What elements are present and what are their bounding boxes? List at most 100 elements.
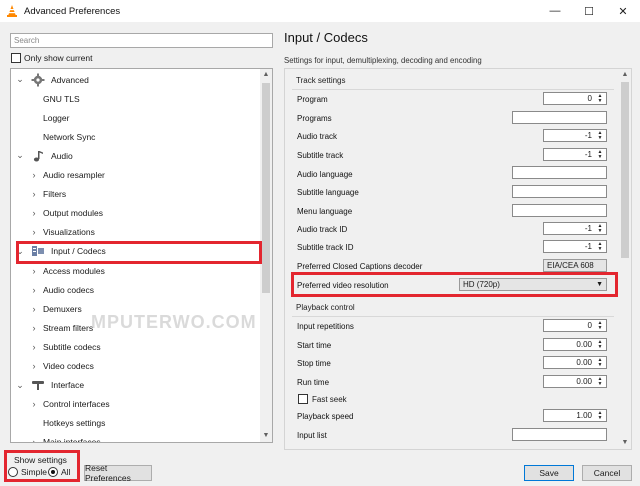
tree-item-control-interfaces[interactable]: › Control interfaces <box>11 395 261 414</box>
maximize-button[interactable]: ☐ <box>572 0 606 22</box>
chevron-right-icon[interactable]: › <box>29 170 39 180</box>
tree-item-hotkeys-settings[interactable]: Hotkeys settings <box>11 414 261 433</box>
chevron-right-icon[interactable]: › <box>29 304 39 314</box>
video-resolution-combo[interactable]: HD (720p) ▼ <box>459 278 607 291</box>
tree-item-video-codecs[interactable]: › Video codecs <box>11 357 261 376</box>
audio-track-spinbox[interactable]: -1 ▲ ▼ <box>543 129 607 142</box>
spin-arrows-icon[interactable]: ▲ ▼ <box>595 224 605 234</box>
subtitle-language-input[interactable] <box>512 185 607 198</box>
close-button[interactable]: ✕ <box>606 0 640 22</box>
all-radio[interactable]: All <box>48 467 70 477</box>
tree-item-output-modules[interactable]: › Output modules <box>11 204 261 223</box>
menu-language-label: Menu language <box>297 207 353 216</box>
subtitle-track-spinbox[interactable]: -1 ▲ ▼ <box>543 148 607 161</box>
subtitle-track-id-spinbox[interactable]: -1 ▲ ▼ <box>543 240 607 253</box>
only-show-current-checkbox[interactable]: Only show current <box>11 53 93 63</box>
reset-preferences-button[interactable]: Reset Preferences <box>84 463 152 483</box>
chevron-right-icon[interactable]: › <box>29 266 39 276</box>
chevron-right-icon[interactable]: › <box>29 285 39 295</box>
simple-radio[interactable]: Simple <box>8 467 47 477</box>
highlight-box-input-codecs <box>16 241 262 264</box>
chevron-right-icon[interactable]: › <box>29 437 39 442</box>
spin-arrows-icon[interactable]: ▲ ▼ <box>595 242 605 252</box>
run-time-spinbox[interactable]: 0.00 ▲ ▼ <box>543 375 607 388</box>
save-button[interactable]: Save <box>524 465 574 481</box>
minimize-button[interactable]: — <box>538 0 572 22</box>
spin-arrows-icon[interactable]: ▲ ▼ <box>595 150 605 160</box>
run-time-label: Run time <box>297 378 330 387</box>
input-repetitions-spinbox[interactable]: 0 ▲ ▼ <box>543 319 607 332</box>
fast-seek-checkbox[interactable]: Fast seek <box>298 394 347 404</box>
tree-item-advanced[interactable]: ⌄ Advanced <box>11 70 261 89</box>
scroll-up-arrow-icon[interactable]: ▲ <box>619 70 631 80</box>
tree-item-audio-resampler[interactable]: › Audio resampler <box>11 166 261 185</box>
chevron-right-icon[interactable]: › <box>29 361 39 371</box>
search-input[interactable]: Search <box>10 33 273 48</box>
tree-item-gnu-tls[interactable]: GNU TLS <box>11 89 261 108</box>
video-resolution-value: HD (720p) <box>463 280 500 289</box>
chevron-down-icon[interactable]: ⌄ <box>15 74 25 85</box>
checkbox-box[interactable] <box>11 53 21 63</box>
menu-language-input[interactable] <box>512 204 607 217</box>
radio-all[interactable] <box>48 467 58 477</box>
chevron-right-icon[interactable]: › <box>29 227 39 237</box>
group-divider <box>292 89 614 90</box>
tree-item-audio-codecs[interactable]: › Audio codecs <box>11 280 261 299</box>
chevron-right-icon[interactable]: › <box>29 399 39 409</box>
spin-arrows-icon[interactable]: ▲ ▼ <box>595 340 605 350</box>
dropdown-arrow-icon[interactable]: ▼ <box>596 279 603 290</box>
input-list-input[interactable] <box>512 428 607 441</box>
chevron-right-icon[interactable]: › <box>29 208 39 218</box>
programs-input[interactable] <box>512 111 607 124</box>
spin-arrows-icon[interactable]: ▲ ▼ <box>595 94 605 104</box>
scroll-up-arrow-icon[interactable]: ▲ <box>260 69 272 81</box>
scroll-down-arrow-icon[interactable]: ▼ <box>619 438 631 448</box>
tree-item-label: Control interfaces <box>43 399 110 410</box>
tree-item-label: Subtitle codecs <box>43 341 101 352</box>
audio-track-id-value: -1 <box>584 224 592 233</box>
settings-scrollbar[interactable]: ▲ ▼ <box>619 70 631 448</box>
audio-language-input[interactable] <box>512 166 607 179</box>
scrollbar-thumb[interactable] <box>262 83 270 293</box>
stop-time-spinbox[interactable]: 0.00 ▲ ▼ <box>543 356 607 369</box>
chevron-right-icon[interactable]: › <box>29 189 39 199</box>
chevron-down-icon[interactable]: ⌄ <box>15 150 25 161</box>
start-time-spinbox[interactable]: 0.00 ▲ ▼ <box>543 338 607 351</box>
music-note-icon <box>31 149 45 163</box>
subtitle-track-value: -1 <box>584 150 592 159</box>
scrollbar-thumb[interactable] <box>621 82 629 258</box>
tree-item-label: Advanced <box>51 74 89 85</box>
spin-arrows-icon[interactable]: ▲ ▼ <box>595 377 605 387</box>
spin-arrows-icon[interactable]: ▲ ▼ <box>595 411 605 421</box>
cancel-button[interactable]: Cancel <box>582 465 632 481</box>
chevron-right-icon[interactable]: › <box>29 342 39 352</box>
program-label: Program <box>297 95 328 104</box>
cc-decoder-combo[interactable]: EIA/CEA 608 <box>543 259 607 272</box>
audio-track-id-spinbox[interactable]: -1 ▲ ▼ <box>543 222 607 235</box>
subtitle-track-label: Subtitle track <box>297 151 344 160</box>
spin-arrows-icon[interactable]: ▲ ▼ <box>595 358 605 368</box>
tree-item-logger[interactable]: Logger <box>11 108 261 127</box>
spin-arrows-icon[interactable]: ▲ ▼ <box>595 321 605 331</box>
spin-arrows-icon[interactable]: ▲ ▼ <box>595 131 605 141</box>
input-repetitions-label: Input repetitions <box>297 322 354 331</box>
tree-item-main-interfaces[interactable]: › Main interfaces <box>11 433 261 442</box>
scroll-down-arrow-icon[interactable]: ▼ <box>260 430 272 442</box>
playback-speed-spinbox[interactable]: 1.00 ▲ ▼ <box>543 409 607 422</box>
stop-time-value: 0.00 <box>576 358 592 367</box>
chevron-down-icon[interactable]: ⌄ <box>15 380 25 391</box>
chevron-right-icon[interactable]: › <box>29 323 39 333</box>
tree-item-audio[interactable]: ⌄ Audio <box>11 146 261 165</box>
programs-label: Programs <box>297 114 332 123</box>
tree-item-interface[interactable]: ⌄ Interface <box>11 376 261 395</box>
title-bar: Advanced Preferences — ☐ ✕ <box>0 0 640 22</box>
radio-simple[interactable] <box>8 467 18 477</box>
fast-seek-box[interactable] <box>298 394 308 404</box>
audio-track-value: -1 <box>584 131 592 140</box>
stop-time-label: Stop time <box>297 359 331 368</box>
tree-item-visualizations[interactable]: › Visualizations <box>11 223 261 242</box>
program-spinbox[interactable]: 0 ▲ ▼ <box>543 92 607 105</box>
tree-item-network-sync[interactable]: Network Sync <box>11 127 261 146</box>
tree-item-filters[interactable]: › Filters <box>11 185 261 204</box>
tree-item-subtitle-codecs[interactable]: › Subtitle codecs <box>11 337 261 356</box>
